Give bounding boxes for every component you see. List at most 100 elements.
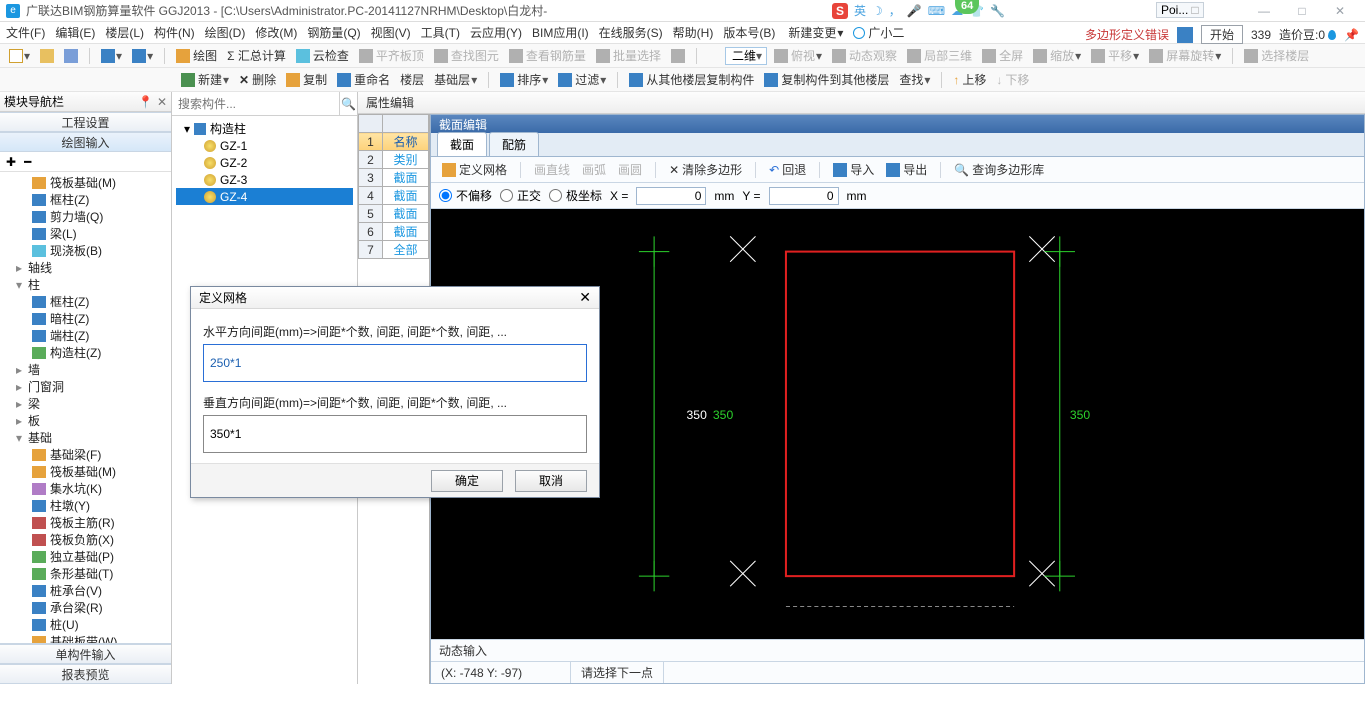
tree-node[interactable]: 条形基础(T) [4, 565, 169, 582]
menu-cloud[interactable]: 云应用(Y) [470, 24, 522, 41]
dialog-title-bar[interactable]: 定义网格 ✕ [191, 287, 599, 309]
tree-node[interactable]: 筏板主筋(R) [4, 514, 169, 531]
filter-button[interactable]: 过滤▾ [555, 71, 609, 88]
menu-modify[interactable]: 修改(M) [255, 24, 297, 41]
copy-from-floor-button[interactable]: 从其他楼层复制构件 [626, 71, 757, 88]
copy-button[interactable]: 复制 [283, 71, 330, 88]
rename-button[interactable]: 重命名 [334, 71, 393, 88]
member-item[interactable]: GZ-3 [176, 171, 353, 188]
menu-help[interactable]: 帮助(H) [673, 24, 714, 41]
draw-button[interactable]: 绘图 [173, 47, 220, 64]
menu-tool[interactable]: 工具(T) [421, 24, 460, 41]
import-button[interactable]: 导入 [830, 161, 877, 178]
tb1-extra-button[interactable] [668, 49, 688, 63]
view-mode-combo[interactable]: 二维▾ [725, 47, 767, 65]
twisty-icon[interactable]: ▸ [14, 363, 24, 377]
member-item-selected[interactable]: GZ-4 [176, 188, 353, 205]
tree-node[interactable]: 框柱(Z) [4, 293, 169, 310]
copy-to-floor-button[interactable]: 复制构件到其他楼层 [761, 71, 892, 88]
sort-button[interactable]: 排序▾ [497, 71, 551, 88]
ime-bar[interactable]: S 英 ☽ ， 🎤 ⌨ ☁ 👕 🔧 [832, 2, 1005, 19]
tree-node[interactable]: ▸梁 [4, 395, 169, 412]
sum-button[interactable]: Σ 汇总计算 [224, 47, 289, 64]
find-elem-button[interactable]: 查找图元 [431, 47, 502, 64]
ime-lang[interactable]: 英 [854, 2, 866, 19]
draw-arc-button[interactable]: 画弧 [579, 161, 609, 178]
draw-line-button[interactable]: 画直线 [531, 161, 573, 178]
tree-node[interactable]: 集水坑(K) [4, 480, 169, 497]
minimize-button[interactable]: — [1245, 4, 1283, 18]
radio-polar[interactable]: 极坐标 [549, 187, 602, 204]
find-button[interactable]: 查找▾ [896, 71, 933, 88]
delete-button[interactable]: ✕删除 [236, 71, 279, 88]
cloud-check-button[interactable]: 云检查 [293, 47, 352, 64]
member-root[interactable]: ▾构造柱 [176, 120, 353, 137]
redo-button[interactable]: ▾ [129, 49, 156, 63]
menu-guangxiaoer[interactable]: 广小二 [853, 24, 904, 41]
tab-reinforcement[interactable]: 配筋 [489, 132, 539, 156]
menu-version[interactable]: 版本号(B) [723, 24, 775, 41]
tree-node[interactable]: 基础梁(F) [4, 446, 169, 463]
local-3d-button[interactable]: 局部三维 [904, 47, 975, 64]
tree-node[interactable]: ▸板 [4, 412, 169, 429]
ime-moon-icon[interactable]: ☽ [872, 4, 883, 18]
member-item[interactable]: GZ-1 [176, 137, 353, 154]
dialog-input-horizontal[interactable] [203, 344, 587, 382]
tree-node[interactable]: 现浇板(B) [4, 242, 169, 259]
acc-report-preview[interactable]: 报表预览 [0, 664, 171, 684]
twisty-icon[interactable]: ▸ [14, 380, 24, 394]
new-doc-button[interactable]: ▾ [6, 49, 33, 63]
basement-combo[interactable]: 基础层▾ [431, 71, 480, 88]
tree-node[interactable]: 框柱(Z) [4, 191, 169, 208]
y-input[interactable] [769, 187, 839, 205]
pan-button[interactable]: 平移▾ [1088, 47, 1142, 64]
twisty-icon[interactable]: ▾ [14, 431, 24, 445]
undo-button[interactable]: ▾ [98, 49, 125, 63]
dialog-close-icon[interactable]: ✕ [579, 289, 591, 306]
tree-node[interactable]: 柱墩(Y) [4, 497, 169, 514]
tree-node[interactable]: ▸墙 [4, 361, 169, 378]
acc-single-input[interactable]: 单构件输入 [0, 644, 171, 664]
dyn-observe-button[interactable]: 动态观察 [829, 47, 900, 64]
tree-node[interactable]: ▾基础 [4, 429, 169, 446]
tree-node[interactable]: 剪力墙(Q) [4, 208, 169, 225]
tree-node[interactable]: 端柱(Z) [4, 327, 169, 344]
new-member-button[interactable]: 新建▾ [178, 71, 232, 88]
download-icon[interactable] [1177, 27, 1193, 43]
tree-node[interactable]: 暗柱(Z) [4, 310, 169, 327]
menu-floor[interactable]: 楼层(L) [105, 24, 144, 41]
tree-node[interactable]: ▾柱 [4, 276, 169, 293]
floor-combo[interactable]: 楼层 [397, 71, 427, 88]
ime-mic-icon[interactable]: 🎤 [907, 4, 922, 18]
view-rebar-button[interactable]: 查看钢筋量 [506, 47, 589, 64]
undo-button[interactable]: ↶回退 [766, 161, 809, 178]
poi-box[interactable]: Poi...□ [1156, 2, 1204, 18]
menu-bim[interactable]: BIM应用(I) [532, 24, 589, 41]
draw-circle-button[interactable]: 画圆 [615, 161, 645, 178]
zoom-button[interactable]: 缩放▾ [1030, 47, 1084, 64]
menu-new-change[interactable]: 新建变更▾ [785, 24, 843, 41]
radio-ortho[interactable]: 正交 [500, 187, 541, 204]
acc-project-settings[interactable]: 工程设置 [0, 112, 171, 132]
tree-node[interactable]: 筏板基础(M) [4, 463, 169, 480]
menu-online[interactable]: 在线服务(S) [599, 24, 663, 41]
ime-comma-icon[interactable]: ， [889, 2, 901, 19]
level-top-button[interactable]: 平齐板顶 [356, 47, 427, 64]
select-floor-button[interactable]: 选择楼层 [1241, 47, 1312, 64]
query-poly-lib-button[interactable]: 🔍查询多边形库 [951, 161, 1047, 178]
radio-no-offset[interactable]: 不偏移 [439, 187, 492, 204]
menu-edit[interactable]: 编辑(E) [55, 24, 95, 41]
export-button[interactable]: 导出 [883, 161, 930, 178]
define-grid-button[interactable]: 定义网格 [439, 161, 510, 178]
close-button[interactable]: ✕ [1321, 4, 1359, 18]
open-button[interactable] [37, 49, 57, 63]
fullscreen-button[interactable]: 全屏 [979, 47, 1026, 64]
dialog-ok-button[interactable]: 确定 [431, 470, 503, 492]
tree-node[interactable]: 独立基础(P) [4, 548, 169, 565]
move-down-button[interactable]: ↓下移 [993, 71, 1032, 88]
tree-node[interactable]: 梁(L) [4, 225, 169, 242]
top-view-button[interactable]: 俯视▾ [771, 47, 825, 64]
tree-node[interactable]: 承台梁(R) [4, 599, 169, 616]
member-item[interactable]: GZ-2 [176, 154, 353, 171]
twisty-icon[interactable]: ▾ [14, 278, 24, 292]
